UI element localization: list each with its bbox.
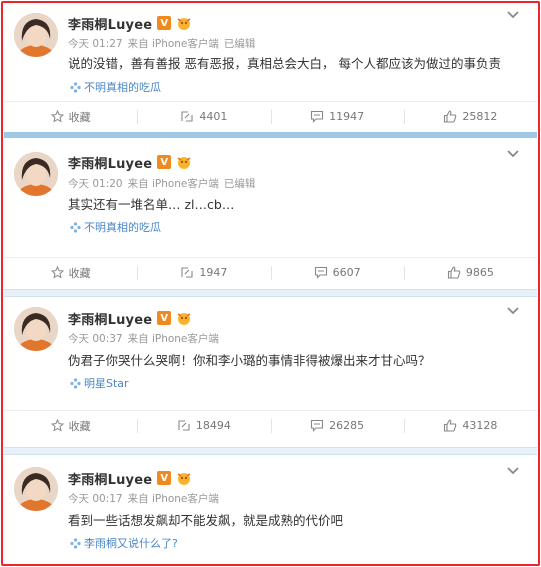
topic-icon	[70, 377, 81, 389]
level-icon	[177, 157, 191, 169]
repost-count: 18494	[195, 419, 231, 432]
avatar[interactable]	[14, 307, 58, 351]
topic-label[interactable]: 不明真相的吃瓜	[84, 219, 161, 235]
like-icon	[444, 110, 457, 123]
comment-icon	[314, 266, 327, 279]
chevron-down-icon[interactable]	[505, 465, 521, 477]
avatar[interactable]	[14, 152, 58, 196]
topic-link[interactable]: 明星Star	[70, 375, 129, 391]
comment-button[interactable]: 6607	[270, 258, 404, 287]
avatar[interactable]	[14, 13, 58, 57]
post-meta: 今天 01:20 来自 iPhone客户端 已编辑	[68, 176, 260, 191]
post-text: 看到一些话想发飙却不能发飙，就是成熟的代价吧	[68, 513, 344, 528]
verified-icon: V	[157, 155, 172, 169]
level-icon	[177, 313, 191, 325]
comment-count: 26285	[329, 419, 365, 432]
chevron-down-icon[interactable]	[505, 9, 521, 21]
username[interactable]: 李雨桐Luyee	[68, 153, 152, 172]
star-icon	[50, 110, 64, 123]
like-icon	[444, 419, 457, 432]
repost-button[interactable]: 1947	[137, 258, 270, 287]
comment-button[interactable]: 26285	[270, 411, 404, 440]
comment-count: 11947	[329, 110, 365, 123]
post-card: 李雨桐Luyee V 今天 01:27 来自 iPhone客户端 已编辑 说的没错，…	[4, 3, 537, 132]
favorite-label: 收藏	[68, 266, 91, 280]
repost-button[interactable]: 18494	[137, 411, 270, 440]
post-separator	[4, 447, 537, 455]
comment-icon	[311, 419, 324, 432]
post-card: 李雨桐Luyee V 今天 01:20 来自 iPhone客户端 已编辑 其实还有一…	[4, 138, 537, 289]
comment-icon	[311, 110, 324, 123]
like-count: 25812	[462, 110, 498, 123]
topic-icon	[70, 537, 81, 549]
post-source: 来自 iPhone客户端	[127, 333, 219, 345]
repost-icon	[178, 420, 190, 431]
post-text: 说的没错，善有善报 恶有恶报，真相总会大白， 每个人都应该为做过的事负责	[68, 56, 501, 71]
weibo-feed: 李雨桐Luyee V 今天 01:27 来自 iPhone客户端 已编辑 说的没错，…	[4, 3, 537, 567]
topic-icon	[70, 221, 81, 233]
post-meta: 今天 00:37 来自 iPhone客户端	[68, 331, 224, 346]
comment-button[interactable]: 11947	[270, 102, 404, 131]
topic-link[interactable]: 李雨桐又说什么了?	[70, 535, 178, 551]
level-icon	[177, 473, 191, 485]
level-icon	[177, 18, 191, 30]
repost-icon	[181, 267, 193, 278]
post-source: 来自 iPhone客户端	[127, 493, 219, 505]
username[interactable]: 李雨桐Luyee	[68, 469, 152, 488]
post-meta: 今天 01:27 来自 iPhone客户端 已编辑	[68, 36, 260, 51]
comment-count: 6607	[332, 266, 361, 279]
repost-button[interactable]: 4401	[137, 102, 270, 131]
post-text: 伪君子你哭什么哭啊！你和李小璐的事情非得被爆出来才甘心吗？	[68, 353, 431, 368]
topic-icon	[70, 81, 81, 93]
verified-icon: V	[157, 16, 172, 30]
edited-label[interactable]: 已编辑	[224, 178, 256, 190]
post-text: 其实还有一堆名单… zl…cb…	[68, 197, 235, 212]
action-bar: 收藏 4401 11947 25812	[4, 101, 537, 131]
chevron-down-icon[interactable]	[505, 148, 521, 160]
edited-label[interactable]: 已编辑	[224, 38, 256, 50]
favorite-button[interactable]: 收藏	[4, 102, 137, 131]
topic-label[interactable]: 李雨桐又说什么了?	[84, 535, 178, 551]
avatar[interactable]	[14, 467, 58, 511]
post-time[interactable]: 今天 00:37	[68, 333, 123, 345]
post-meta: 今天 00:17 来自 iPhone客户端	[68, 491, 224, 506]
post-time[interactable]: 今天 01:27	[68, 38, 123, 50]
like-icon	[447, 266, 461, 279]
post-source: 来自 iPhone客户端	[127, 178, 219, 190]
favorite-button[interactable]: 收藏	[4, 411, 137, 440]
verified-icon: V	[157, 311, 172, 325]
post-card: 李雨桐Luyee V 今天 00:37 来自 iPhone客户端 伪君子你哭什么哭…	[4, 297, 537, 447]
repost-count: 4401	[199, 110, 228, 123]
username[interactable]: 李雨桐Luyee	[68, 309, 152, 328]
favorite-button[interactable]: 收藏	[4, 258, 137, 287]
post-time[interactable]: 今天 00:17	[68, 493, 123, 505]
topic-link[interactable]: 不明真相的吃瓜	[70, 79, 161, 95]
favorite-label: 收藏	[68, 419, 91, 433]
star-icon	[50, 419, 64, 432]
post-time[interactable]: 今天 01:20	[68, 178, 123, 190]
favorite-label: 收藏	[68, 110, 91, 124]
verified-icon: V	[157, 471, 172, 485]
post-card: 李雨桐Luyee V 今天 00:17 来自 iPhone客户端 看到一些话想发飙…	[4, 455, 537, 567]
username[interactable]: 李雨桐Luyee	[68, 14, 152, 33]
star-icon	[50, 266, 64, 279]
like-button[interactable]: 25812	[403, 102, 537, 131]
topic-label[interactable]: 不明真相的吃瓜	[84, 79, 161, 95]
post-separator	[4, 289, 537, 297]
post-source: 来自 iPhone客户端	[127, 38, 219, 50]
topic-link[interactable]: 不明真相的吃瓜	[70, 219, 161, 235]
action-bar: 收藏 18494 26285 43128	[4, 410, 537, 440]
repost-count: 1947	[199, 266, 228, 279]
like-button[interactable]: 43128	[403, 411, 537, 440]
like-button[interactable]: 9865	[403, 258, 537, 287]
like-count: 9865	[465, 266, 494, 279]
action-bar: 收藏 1947 6607 9865	[4, 257, 537, 287]
repost-icon	[181, 111, 193, 122]
topic-label[interactable]: 明星Star	[84, 375, 129, 391]
like-count: 43128	[462, 419, 498, 432]
chevron-down-icon[interactable]	[505, 305, 521, 317]
